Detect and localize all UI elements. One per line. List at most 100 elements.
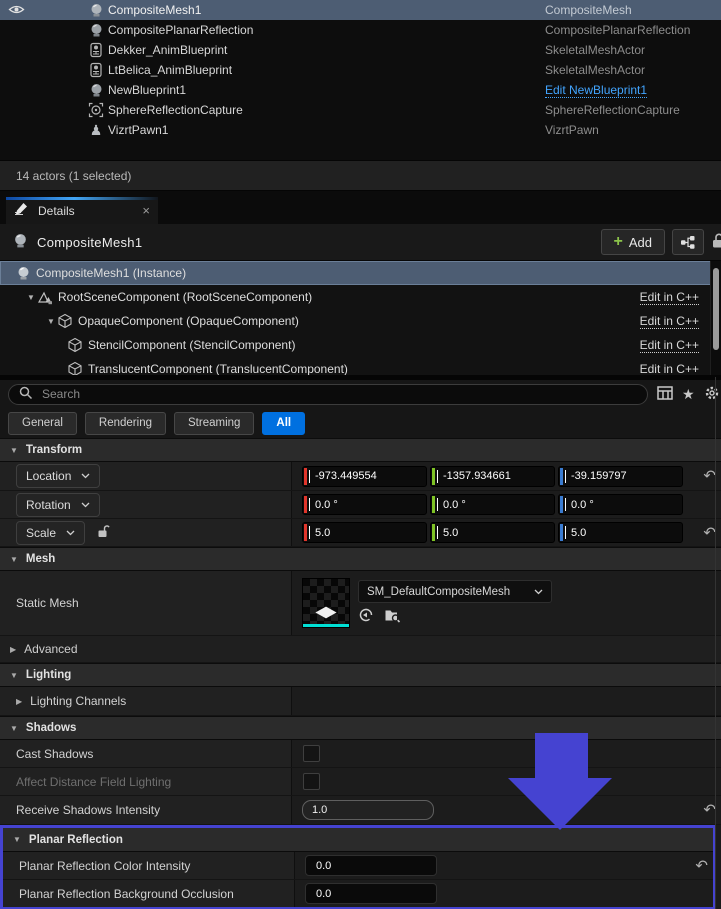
tree-row-rootscene[interactable]: ▼ RootSceneComponent (RootSceneComponent… [0, 285, 721, 309]
property-row-planar-color-intensity: Planar Reflection Color Intensity 0.0 ↶ [3, 852, 713, 880]
location-z-field[interactable]: -39.159797 [558, 466, 683, 487]
outliner-row[interactable]: CompositeMesh1 CompositeMesh [0, 0, 721, 20]
reset-to-default-icon[interactable]: ↶ [695, 858, 708, 873]
receive-shadows-intensity-field[interactable]: 1.0 [302, 800, 434, 820]
outliner-row[interactable]: SphereReflectionCapture SphereReflection… [0, 100, 721, 120]
add-component-button[interactable]: + Add [601, 229, 665, 255]
scale-x-field[interactable]: 5.0 [302, 522, 427, 543]
section-mesh[interactable]: ▼ Mesh [0, 547, 721, 571]
tree-row-stencil[interactable]: StencilComponent (StencilComponent) Edit… [0, 333, 721, 357]
actor-type: CompositePlanarReflection [545, 23, 690, 37]
search-box[interactable] [8, 384, 648, 405]
expand-triangle-icon[interactable]: ▶ [16, 697, 22, 706]
filter-chip-streaming[interactable]: Streaming [174, 412, 254, 435]
rotation-y-field[interactable]: 0.0 ° [430, 494, 555, 515]
browse-to-asset-icon[interactable] [384, 607, 401, 626]
location-x-field[interactable]: -973.449554 [302, 466, 427, 487]
planar-reflection-highlight-box: ▼ Planar Reflection Planar Reflection Co… [0, 825, 716, 909]
scale-lock-icon[interactable] [97, 524, 110, 542]
rotation-x-field[interactable]: 0.0 ° [302, 494, 427, 515]
actor-label[interactable]: VizrtPawn1 [108, 123, 168, 137]
affect-distance-field-checkbox[interactable] [303, 773, 320, 790]
outliner-row[interactable]: ♟ VizrtPawn1 VizrtPawn [0, 120, 721, 140]
plus-icon: + [614, 234, 623, 250]
actor-label[interactable]: SphereReflectionCapture [108, 103, 243, 117]
actor-label[interactable]: Dekker_AnimBlueprint [108, 43, 227, 57]
filter-chip-general[interactable]: General [8, 412, 77, 435]
actor-icon [88, 82, 104, 98]
location-type-dropdown[interactable]: Location [16, 464, 100, 488]
search-input[interactable] [40, 386, 637, 402]
section-title: Transform [26, 444, 82, 456]
scale-type-dropdown[interactable]: Scale [16, 521, 85, 545]
section-transform[interactable]: ▼ Transform [0, 438, 721, 462]
tree-row-instance[interactable]: CompositeMesh1 (Instance) [0, 261, 721, 285]
planar-occlusion-field[interactable]: 0.0 [305, 883, 437, 904]
mesh-component-icon [66, 337, 84, 353]
actor-icon [12, 232, 29, 252]
pawn-icon: ♟ [88, 122, 104, 138]
unreal-details-panel: CompositeMesh1 CompositeMesh CompositePl… [0, 0, 721, 909]
expand-arrow-icon[interactable]: ▼ [26, 293, 36, 302]
mesh-component-icon [66, 361, 84, 375]
planar-color-intensity-field[interactable]: 0.0 [305, 855, 437, 876]
edit-in-cpp-link[interactable]: Edit in C++ [640, 362, 699, 376]
favorites-star-icon[interactable]: ★ [682, 387, 695, 401]
advanced-expander[interactable]: ▶ Advanced [0, 636, 721, 663]
section-planar-reflection[interactable]: ▼ Planar Reflection [3, 828, 713, 852]
blueprint-graph-button[interactable] [672, 229, 704, 255]
rotation-type-dropdown[interactable]: Rotation [16, 493, 100, 517]
edit-blueprint-link[interactable]: Edit NewBlueprint1 [545, 83, 647, 98]
section-shadows[interactable]: ▼ Shadows [0, 716, 721, 740]
outliner-row[interactable]: CompositePlanarReflection CompositePlana… [0, 20, 721, 40]
filter-chip-rendering[interactable]: Rendering [85, 412, 166, 435]
filter-chip-all[interactable]: All [262, 412, 305, 435]
actor-label[interactable]: CompositeMesh1 [108, 3, 201, 17]
search-icon [19, 386, 33, 403]
actor-label[interactable]: LtBelica_AnimBlueprint [108, 63, 232, 77]
edit-in-cpp-link[interactable]: Edit in C++ [640, 314, 699, 329]
outliner-row[interactable]: Dekker_AnimBlueprint SkeletalMeshActor [0, 40, 721, 60]
actor-label[interactable]: NewBlueprint1 [108, 83, 186, 97]
static-mesh-asset-dropdown[interactable]: SM_DefaultCompositeMesh [358, 580, 552, 603]
tree-scrollbar-thumb[interactable] [713, 268, 719, 350]
dropdown-label: Rotation [26, 498, 71, 512]
property-row-lighting-channels: ▶ Lighting Channels [0, 687, 721, 716]
tree-row-label: OpaqueComponent (OpaqueComponent) [78, 314, 299, 328]
lock-icon[interactable] [711, 232, 721, 252]
tab-details[interactable]: Details × [6, 197, 158, 224]
section-lighting[interactable]: ▼ Lighting [0, 663, 721, 687]
visibility-eye-icon[interactable] [8, 3, 25, 19]
chevron-down-icon [81, 473, 90, 479]
details-pencil-icon [14, 202, 30, 219]
chevron-down-icon [66, 530, 75, 536]
actor-type: SphereReflectionCapture [545, 103, 680, 117]
location-y-field[interactable]: -1357.934661 [430, 466, 555, 487]
edit-in-cpp-link[interactable]: Edit in C++ [640, 338, 699, 353]
actor-icon [14, 265, 32, 281]
tree-row-label: CompositeMesh1 (Instance) [36, 266, 186, 280]
use-selected-asset-icon[interactable] [358, 607, 374, 626]
scale-y-field[interactable]: 5.0 [430, 522, 555, 543]
scale-z-field[interactable]: 5.0 [558, 522, 683, 543]
section-title: Lighting [26, 669, 71, 681]
close-icon[interactable]: × [142, 204, 150, 217]
rotation-z-field[interactable]: 0.0 ° [558, 494, 683, 515]
tree-row-opaque[interactable]: ▼ OpaqueComponent (OpaqueComponent) Edit… [0, 309, 721, 333]
details-scrollbar-track[interactable] [715, 377, 716, 909]
expand-arrow-icon[interactable]: ▼ [46, 317, 56, 326]
tree-row-translucent[interactable]: TranslucentComponent (TranslucentCompone… [0, 357, 721, 375]
component-tree: CompositeMesh1 (Instance) ▼ RootSceneCom… [0, 261, 721, 375]
edit-in-cpp-link[interactable]: Edit in C++ [640, 290, 699, 305]
mesh-preview-shape [315, 607, 336, 619]
collapse-triangle-icon: ▼ [10, 724, 18, 733]
actor-label[interactable]: CompositePlanarReflection [108, 23, 253, 37]
cast-shadows-checkbox[interactable] [303, 745, 320, 762]
settings-gear-icon[interactable] [704, 385, 720, 404]
tree-scrollbar-track[interactable] [710, 261, 721, 375]
display-filter-icon[interactable] [657, 386, 673, 403]
outliner-row[interactable]: NewBlueprint1 Edit NewBlueprint1 [0, 80, 721, 100]
static-mesh-thumbnail[interactable] [302, 578, 350, 628]
outliner-row[interactable]: LtBelica_AnimBlueprint SkeletalMeshActor [0, 60, 721, 80]
property-row-cast-shadows: Cast Shadows [0, 740, 721, 768]
